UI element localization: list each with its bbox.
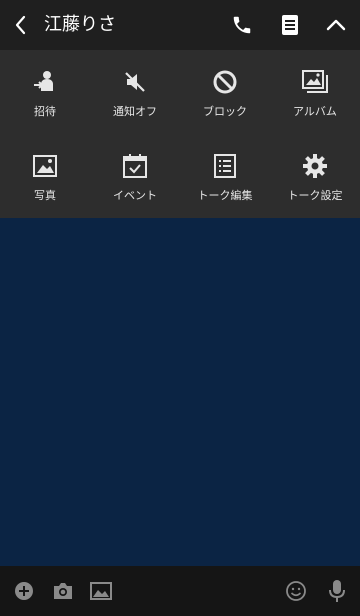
invite-icon xyxy=(31,68,59,96)
emoji-icon[interactable] xyxy=(285,580,307,602)
menu-item-invite[interactable]: 招待 xyxy=(0,50,90,130)
camera-icon[interactable] xyxy=(52,580,74,602)
phone-icon[interactable] xyxy=(229,12,255,38)
input-toolbar xyxy=(0,566,360,616)
chat-message-area[interactable] xyxy=(0,218,360,566)
back-chevron-icon[interactable] xyxy=(8,12,34,38)
gear-icon xyxy=(301,152,329,180)
menu-item-settings[interactable]: トーク設定 xyxy=(270,134,360,214)
photo-icon xyxy=(31,152,59,180)
mic-icon[interactable] xyxy=(326,580,348,602)
menu-item-album[interactable]: アルバム xyxy=(270,50,360,130)
menu-item-label: トーク設定 xyxy=(287,189,343,202)
menu-item-photo[interactable]: 写真 xyxy=(0,134,90,214)
chat-title: 江藤りさ xyxy=(44,14,116,35)
chat-header: 江藤りさ xyxy=(0,0,360,50)
album-icon xyxy=(301,68,329,96)
plus-icon[interactable] xyxy=(13,580,35,602)
chat-menu-panel: 招待 通知オフ ブロック アルバム 写真 イベント トーク編集 トーク設定 xyxy=(0,50,360,218)
collapse-chevron-icon[interactable] xyxy=(323,12,349,38)
block-icon xyxy=(211,68,239,96)
list-edit-icon xyxy=(211,152,239,180)
menu-item-mute[interactable]: 通知オフ xyxy=(90,50,180,130)
menu-item-label: イベント xyxy=(113,189,157,202)
notes-icon[interactable] xyxy=(277,12,303,38)
speaker-muted-icon xyxy=(121,68,149,96)
menu-item-label: アルバム xyxy=(293,105,337,118)
menu-item-event[interactable]: イベント xyxy=(90,134,180,214)
image-icon[interactable] xyxy=(90,580,112,602)
menu-item-label: 写真 xyxy=(34,189,56,202)
menu-item-label: トーク編集 xyxy=(197,189,253,202)
menu-item-edit-talk[interactable]: トーク編集 xyxy=(180,134,270,214)
menu-item-label: ブロック xyxy=(203,105,247,118)
calendar-check-icon xyxy=(121,152,149,180)
menu-item-label: 招待 xyxy=(34,105,56,118)
menu-item-block[interactable]: ブロック xyxy=(180,50,270,130)
menu-item-label: 通知オフ xyxy=(113,105,157,118)
